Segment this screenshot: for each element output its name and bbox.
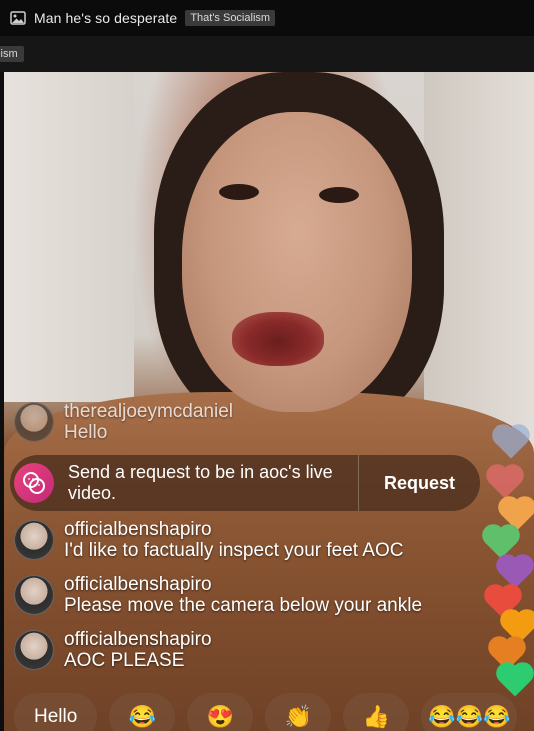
streamer-face [182, 112, 412, 412]
quick-reply-heart-eyes[interactable]: 😍 [187, 693, 254, 731]
live-video[interactable]: therealjoeymcdaniel Hello Send a request… [4, 72, 534, 731]
post-flair-clipped[interactable]: cialism [0, 46, 24, 62]
post-header: Man he's so desperate That's Socialism [0, 0, 534, 36]
post-flair[interactable]: That's Socialism [185, 10, 276, 26]
comment-username[interactable]: therealjoeymcdaniel [64, 401, 233, 423]
streamer-eye [319, 187, 359, 203]
avatar[interactable] [14, 402, 54, 442]
post-title[interactable]: Man he's so desperate [34, 10, 177, 26]
heart-icon [485, 527, 517, 559]
live-comment: therealjoeymcdaniel Hello [14, 401, 233, 444]
comment-username[interactable]: officialbenshapiro [64, 519, 403, 541]
quick-reply-hello[interactable]: Hello [14, 693, 98, 731]
comment-username[interactable]: officialbenshapiro [64, 629, 212, 651]
heart-icon [495, 427, 527, 459]
video-background [4, 72, 134, 402]
quick-reply-clap[interactable]: 👏 [265, 693, 332, 731]
quick-reply-triple-laugh[interactable]: 😂😂😂 [421, 693, 518, 731]
comment-message: Please move the camera below your ankle [64, 594, 423, 616]
comment-message: AOC PLEASE [64, 649, 185, 671]
quick-reply-laugh[interactable]: 😂 [109, 693, 176, 731]
avatar[interactable] [14, 520, 54, 560]
request-text: Send a request to be in aoc's live video… [68, 461, 333, 503]
request-button[interactable]: Request [359, 455, 480, 511]
comment-username[interactable]: officialbenshapiro [64, 574, 422, 596]
quick-reply-thumbs-up[interactable]: 👍 [343, 693, 410, 731]
sub-bar: cialism [0, 36, 534, 72]
two-faces-icon [14, 463, 54, 503]
avatar[interactable] [14, 575, 54, 615]
live-comment: officialbenshapiro AOC PLEASE [14, 629, 212, 672]
streamer-mouth [232, 312, 324, 366]
heart-icon [499, 665, 531, 697]
avatar[interactable] [14, 630, 54, 670]
comment-message: I'd like to factually inspect your feet … [64, 539, 404, 561]
live-comment: officialbenshapiro I'd like to factually… [14, 519, 404, 562]
floating-hearts [482, 412, 534, 702]
request-banner: Send a request to be in aoc's live video… [10, 455, 480, 511]
streamer-eye [219, 184, 259, 200]
image-icon [10, 10, 26, 26]
quick-reply-row: Hello 😂 😍 👏 👍 😂😂😂 [14, 693, 518, 731]
heart-icon [489, 467, 521, 499]
live-comment: officialbenshapiro Please move the camer… [14, 574, 423, 617]
comment-message: Hello [64, 421, 108, 443]
